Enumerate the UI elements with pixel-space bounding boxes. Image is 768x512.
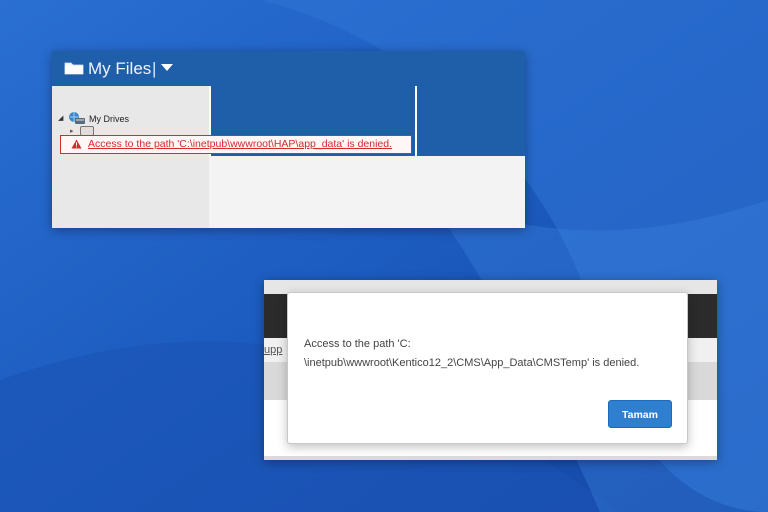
error-message[interactable]: Access to the path 'C:\inetpub\wwwroot\H… xyxy=(88,138,392,150)
dialog-message-line-2: \inetpub\wwwroot\Kentico12_2\CMS\App_Dat… xyxy=(304,357,640,369)
tree-expand-icon[interactable]: ◢ xyxy=(58,114,63,122)
window-bottom-strip xyxy=(264,456,717,460)
ok-button[interactable]: Tamam xyxy=(608,400,672,428)
alert-dialog: Access to the path 'C: \inetpub\wwwroot\… xyxy=(287,292,688,444)
tree-child-expand-icon[interactable]: ▸ xyxy=(70,127,74,135)
my-files-header: My Files | xyxy=(52,51,525,86)
partial-link[interactable]: upp xyxy=(264,344,282,356)
dialog-message: Access to the path 'C: \inetpub\wwwroot\… xyxy=(304,335,674,373)
title-separator: | xyxy=(152,59,157,78)
warning-triangle-icon xyxy=(71,139,82,149)
drive-tile[interactable] xyxy=(417,86,525,156)
dropdown-triangle-icon[interactable] xyxy=(158,59,176,77)
tree-item-my-drives[interactable]: My Drives xyxy=(89,114,129,124)
my-files-window: My Files | ◢ My Drives ▸ Access to the p… xyxy=(52,51,525,228)
window-title: My Files xyxy=(88,59,152,78)
files-pane xyxy=(209,156,525,228)
drives-sidebar: ◢ My Drives ▸ xyxy=(52,86,209,228)
dialog-message-line-1: Access to the path 'C: xyxy=(304,338,411,350)
drives-globe-icon xyxy=(69,112,85,124)
error-banner: Access to the path 'C:\inetpub\wwwroot\H… xyxy=(60,135,412,154)
folder-icon xyxy=(64,62,84,75)
